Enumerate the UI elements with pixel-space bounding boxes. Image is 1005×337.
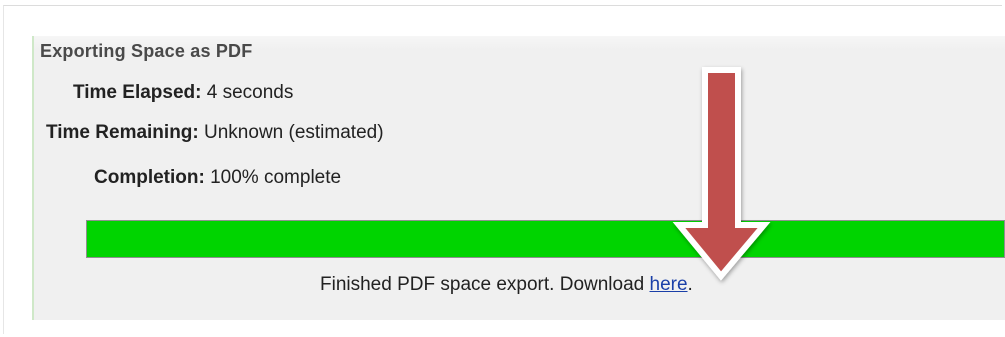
time-elapsed-label: Time Elapsed: <box>73 82 202 103</box>
panel-title: Exporting Space as PDF <box>40 41 253 61</box>
down-arrow-shape <box>672 67 771 281</box>
down-arrow-icon <box>672 67 771 281</box>
time-elapsed-value: 4 seconds <box>206 82 294 103</box>
progress-bar <box>86 220 1005 258</box>
progress-bar-fill <box>87 221 1004 257</box>
completion-value: 100% complete <box>210 167 342 188</box>
time-elapsed-row: Time Elapsed: 4 seconds <box>73 82 293 104</box>
completion-row: Completion: 100% complete <box>94 167 341 189</box>
time-remaining-row: Time Remaining: Unknown (estimated) <box>46 122 384 144</box>
time-remaining-label: Time Remaining: <box>46 122 199 143</box>
time-remaining-value: Unknown (estimated) <box>204 122 384 143</box>
completion-label: Completion: <box>94 167 205 188</box>
status-message-text: Finished PDF space export. Download <box>320 274 645 295</box>
export-status-message: Finished PDF space export. Download here… <box>320 274 693 296</box>
